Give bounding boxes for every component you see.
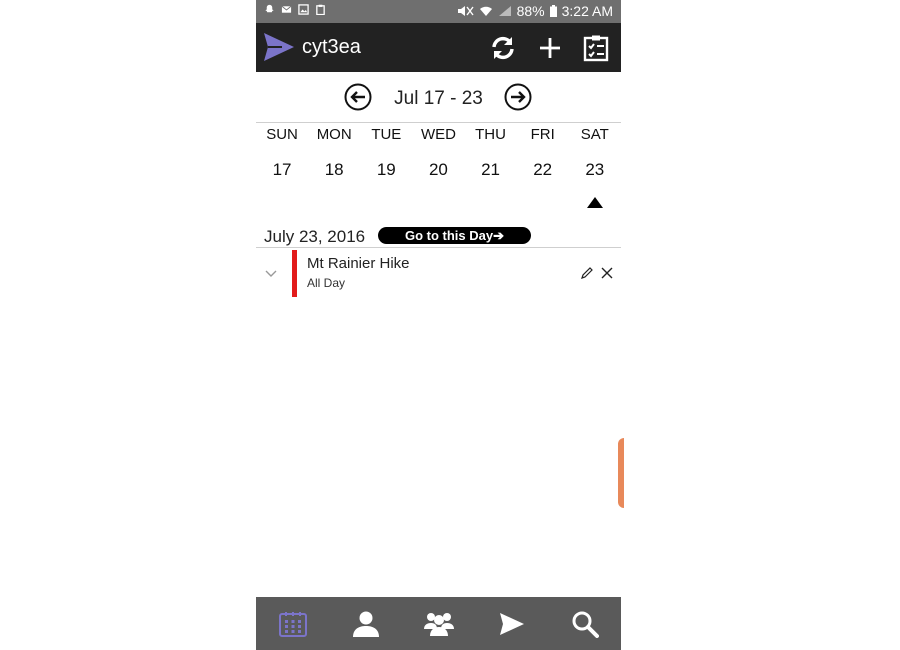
add-button[interactable] <box>535 33 565 63</box>
close-icon[interactable] <box>600 266 614 280</box>
week-range-label: Jul 17 - 23 <box>394 88 483 109</box>
battery-icon <box>549 5 557 17</box>
add-icon <box>540 38 560 58</box>
selected-date-label: July 23, 2016 <box>264 227 366 246</box>
day-name: THU <box>475 126 506 143</box>
snapchat-icon <box>265 4 274 13</box>
day-fri[interactable]: FRI 22 <box>517 124 569 180</box>
clipboard-icon <box>316 4 325 15</box>
day-sat[interactable]: SAT 23 <box>569 124 621 180</box>
checklist-button[interactable] <box>581 33 611 63</box>
person-icon <box>352 611 379 637</box>
week-divider <box>256 122 621 123</box>
chevron-down-icon[interactable] <box>264 268 278 278</box>
day-mon[interactable]: MON 18 <box>308 124 360 180</box>
day-sun[interactable]: SUN 17 <box>256 124 308 180</box>
nav-profile[interactable] <box>329 597 402 650</box>
selected-day-marker <box>587 197 603 208</box>
phone-screen: 88% 3:22 AM cyt3ea Jul 17 - 23 SUN 17 MO… <box>256 0 621 650</box>
refresh-icon <box>492 36 514 60</box>
day-date: 21 <box>481 160 501 179</box>
day-date: 20 <box>428 160 448 179</box>
checklist-icon <box>583 35 609 62</box>
day-name: SUN <box>266 126 298 143</box>
nav-calendar[interactable] <box>256 597 329 650</box>
next-week-button[interactable] <box>504 83 532 111</box>
day-thu[interactable]: THU 21 <box>465 124 517 180</box>
day-tue[interactable]: TUE 19 <box>360 124 412 180</box>
day-date: 18 <box>324 160 344 179</box>
event-time: All Day <box>307 276 346 290</box>
system-status: 88% 3:22 AM <box>456 3 613 19</box>
pencil-icon[interactable] <box>580 266 594 280</box>
image-icon <box>298 4 309 15</box>
day-wed[interactable]: WED 20 <box>412 124 464 180</box>
calendar-icon <box>278 611 307 637</box>
day-name: WED <box>420 126 456 143</box>
mail-icon <box>281 5 292 13</box>
week-days: SUN 17 MON 18 TUE 19 WED 20 THU 21 FRI 22 SAT 2… <box>256 124 621 180</box>
app-bar: cyt3ea <box>256 23 621 72</box>
side-pull-tab[interactable] <box>618 438 624 508</box>
app-title: cyt3ea <box>302 36 361 58</box>
day-date: 23 <box>585 160 605 179</box>
event-title: Mt Rainier Hike <box>307 255 410 272</box>
search-icon <box>572 611 599 638</box>
day-date: 22 <box>533 160 553 179</box>
battery-percent: 88% <box>516 3 545 19</box>
nav-search[interactable] <box>548 597 621 650</box>
event-color-bar <box>292 250 297 297</box>
bottom-navigation <box>256 597 621 650</box>
day-date: 19 <box>376 160 396 179</box>
refresh-button[interactable] <box>488 33 518 63</box>
day-name: FRI <box>530 126 555 143</box>
notification-icons <box>264 4 326 15</box>
day-name: SAT <box>580 126 609 143</box>
app-logo-icon <box>264 33 294 61</box>
go-to-day-button[interactable]: Go to this Day➔ <box>378 227 531 244</box>
week-navigation: Jul 17 - 23 <box>256 80 621 116</box>
day-name: TUE <box>371 126 402 143</box>
wifi-icon <box>479 6 492 16</box>
day-date: 17 <box>272 160 292 179</box>
nav-send[interactable] <box>475 597 548 650</box>
previous-week-button[interactable] <box>344 83 372 111</box>
status-bar: 88% 3:22 AM <box>256 0 621 23</box>
clock: 3:22 AM <box>561 3 613 19</box>
send-icon <box>499 612 524 635</box>
mute-icon <box>457 6 474 16</box>
day-name: MON <box>316 126 352 143</box>
nav-groups[interactable] <box>402 597 475 650</box>
signal-icon <box>498 6 511 16</box>
group-icon <box>423 612 454 636</box>
event-item[interactable]: Mt Rainier Hike All Day <box>256 248 621 298</box>
selected-date-row: July 23, 2016 Go to this Day➔ <box>264 225 614 247</box>
